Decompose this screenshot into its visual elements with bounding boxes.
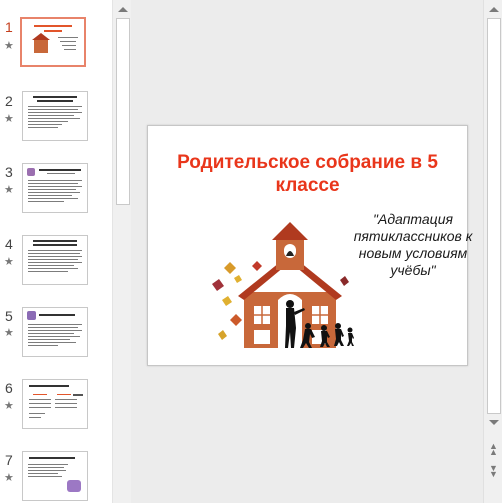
previous-slide-button[interactable]: ▲ ▲: [484, 440, 502, 458]
slide-thumbnail-5[interactable]: [22, 307, 88, 357]
scroll-down-button[interactable]: [484, 413, 502, 431]
star-icon: ★: [4, 40, 14, 52]
star-icon: ★: [4, 327, 14, 339]
slide-thumbnail-2[interactable]: [22, 91, 88, 141]
slide-number-2: 2: [5, 93, 13, 109]
slide-subtitle[interactable]: "Адаптация пятиклассников к новым услови…: [343, 211, 483, 279]
slide-number-6: 6: [5, 380, 13, 396]
slide-thumbnail-3[interactable]: [22, 163, 88, 213]
triangle-up-icon: [488, 6, 499, 12]
slide-number-3: 3: [5, 164, 13, 180]
slide-number-7: 7: [5, 452, 13, 468]
slide-editor-area: Родительское собрание в 5 классе "Адапта…: [131, 0, 483, 503]
slide-thumbnail-6[interactable]: [22, 379, 88, 429]
double-chevron-down-icon: ▼ ▼: [489, 463, 498, 479]
next-slide-button[interactable]: ▼ ▼: [484, 462, 502, 480]
star-icon: ★: [4, 113, 14, 125]
star-icon: ★: [4, 400, 14, 412]
editor-scroll-handle[interactable]: [487, 18, 501, 414]
slide-number-4: 4: [5, 236, 13, 252]
triangle-up-icon: [117, 6, 128, 12]
school-house-illustration: [212, 222, 354, 348]
editor-scrollbar[interactable]: ▲ ▲ ▼ ▼: [483, 0, 502, 503]
star-icon: ★: [4, 472, 14, 484]
triangle-down-icon: [488, 419, 499, 425]
slide-thumbnail-4[interactable]: [22, 235, 88, 285]
slide-thumbnail-1[interactable]: [20, 17, 86, 67]
star-icon: ★: [4, 184, 14, 196]
slide-number-1: 1: [5, 19, 13, 35]
scroll-up-button[interactable]: [484, 0, 502, 18]
slide-title[interactable]: Родительское собрание в 5 классе: [148, 151, 467, 197]
scroll-up-button[interactable]: [113, 0, 132, 18]
slide-number-5: 5: [5, 308, 13, 324]
double-chevron-up-icon: ▲ ▲: [489, 441, 498, 457]
slide-thumbnail-pane: 1 ★ 2 ★ 3 ★ 4 ★ 5 ★ 6 ★ 7 ★: [0, 0, 132, 503]
thumbnail-scroll-handle[interactable]: [116, 18, 130, 205]
current-slide-canvas[interactable]: Родительское собрание в 5 классе "Адапта…: [147, 125, 472, 366]
thumbnail-scrollbar[interactable]: [112, 0, 132, 503]
star-icon: ★: [4, 256, 14, 268]
slide-thumbnail-7[interactable]: [22, 451, 88, 501]
